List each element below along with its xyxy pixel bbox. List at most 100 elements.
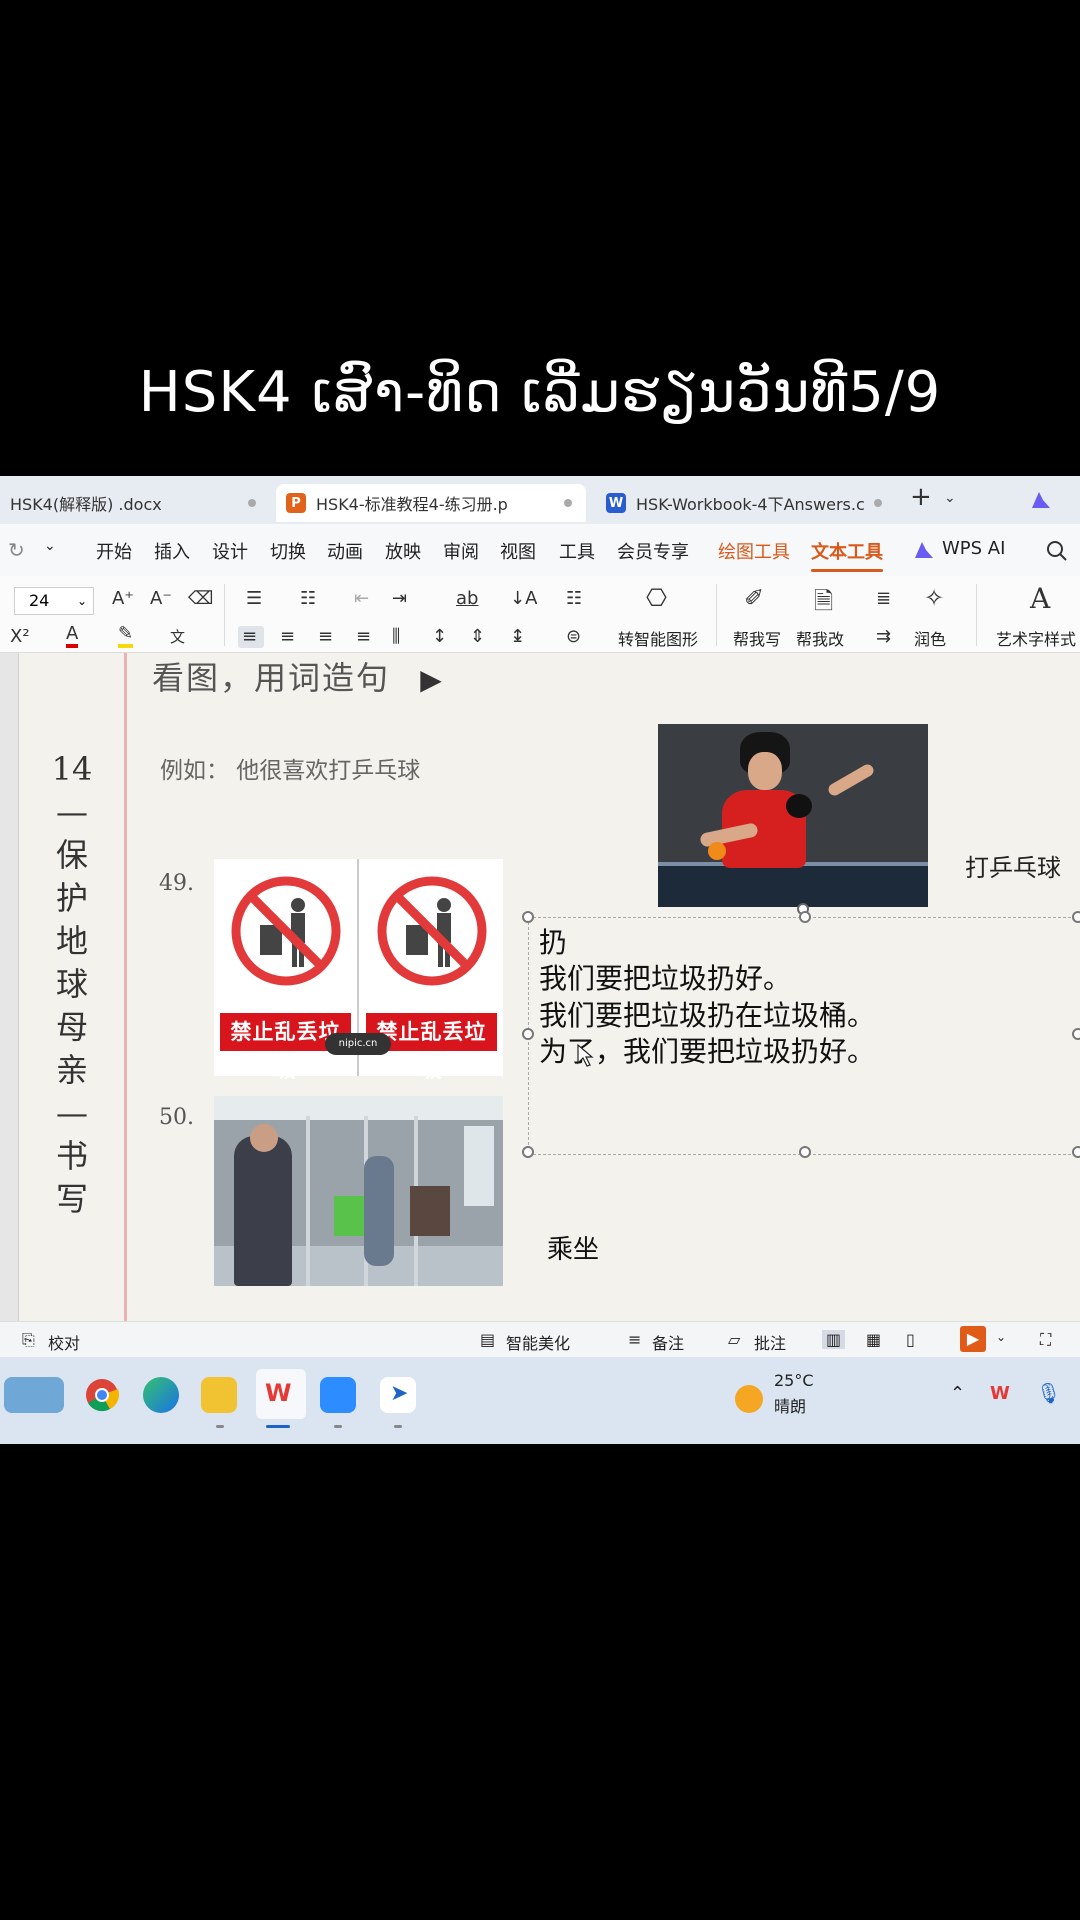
- arrow-lines-icon[interactable]: ⇉: [876, 626, 891, 647]
- magic-pen-icon[interactable]: ✐: [744, 584, 764, 612]
- pointer-app-icon[interactable]: ➤: [380, 1377, 416, 1413]
- slide-sorter-icon[interactable]: ▦: [866, 1330, 881, 1349]
- menu-home[interactable]: 开始: [96, 538, 132, 564]
- menu-drawing-tools[interactable]: 绘图工具: [718, 538, 790, 564]
- resize-handle-icon[interactable]: [1072, 1028, 1080, 1040]
- resize-handle-icon[interactable]: [1072, 1146, 1080, 1158]
- menu-slideshow[interactable]: 放映: [385, 538, 421, 564]
- microphone-icon[interactable]: 🎙: [1036, 1381, 1061, 1405]
- weather-desc[interactable]: 晴朗: [774, 1393, 806, 1417]
- menu-transition[interactable]: 切换: [270, 538, 306, 564]
- comment-button[interactable]: 批注: [754, 1330, 786, 1354]
- tab-ppt[interactable]: P HSK4-标准教程4-练习册.p: [276, 484, 586, 522]
- justify-icon[interactable]: ≡: [356, 626, 371, 647]
- sort-icon[interactable]: ↓A: [510, 588, 537, 609]
- columns-icon[interactable]: ☷: [566, 588, 582, 609]
- tab-status-dot: [874, 499, 882, 507]
- answer-line-3[interactable]: 我们要把垃圾扔在垃圾桶。: [539, 994, 875, 1034]
- wps-app-button[interactable]: W: [256, 1369, 306, 1419]
- menu-animation[interactable]: 动画: [327, 538, 363, 564]
- magic-wand-icon[interactable]: ✧: [924, 584, 944, 612]
- wps-tray-icon[interactable]: W: [990, 1383, 1010, 1404]
- art-style-button[interactable]: 艺术字样式: [996, 626, 1076, 650]
- align-center-icon[interactable]: ≡: [280, 626, 295, 647]
- fit-window-icon[interactable]: ⛶: [1040, 1330, 1051, 1350]
- help-edit-button[interactable]: 帮我改: [796, 626, 844, 650]
- highlight-icon[interactable]: ✎: [118, 624, 134, 648]
- proofread-button[interactable]: 校对: [48, 1330, 80, 1354]
- resize-handle-icon[interactable]: [522, 911, 534, 923]
- reading-view-icon[interactable]: ▯: [906, 1330, 915, 1349]
- proofread-icon[interactable]: ⎘: [22, 1330, 35, 1350]
- resize-handle-icon[interactable]: [1072, 911, 1080, 923]
- superscript-icon[interactable]: X²: [10, 626, 30, 647]
- notes-icon[interactable]: ≡: [628, 1330, 641, 1349]
- widgets-icon[interactable]: [4, 1377, 64, 1413]
- chevron-down-icon[interactable]: ⌄: [996, 1330, 1006, 1344]
- resize-handle-icon[interactable]: [799, 911, 811, 923]
- edit-doc-icon[interactable]: 🗎: [814, 584, 833, 625]
- edge-icon[interactable]: [143, 1377, 179, 1413]
- tab-docx[interactable]: HSK4(解释版) .docx: [0, 484, 270, 522]
- search-icon[interactable]: [1046, 540, 1068, 562]
- line-spacing-icon[interactable]: ↕: [432, 626, 447, 647]
- comment-icon[interactable]: ▱: [728, 1330, 740, 1349]
- redo-icon[interactable]: ↻: [8, 538, 25, 562]
- phonetic-icon[interactable]: 文: [170, 626, 185, 647]
- slide-canvas: 14 — 保 护 地 球 母 亲 — 书 写 看图，用词造句 ▶ 例如： 他很喜…: [0, 653, 1080, 1321]
- weather-temp[interactable]: 25°C: [774, 1371, 814, 1390]
- line-height-icon[interactable]: ↨: [510, 626, 525, 647]
- polish-button[interactable]: 润色: [914, 626, 946, 650]
- answer-line-2[interactable]: 我们要把垃圾扔好。: [539, 957, 791, 997]
- tab-word[interactable]: W HSK-Workbook-4下Answers.c: [596, 484, 896, 522]
- menu-view[interactable]: 视图: [500, 538, 536, 564]
- beautify-icon[interactable]: ▤: [480, 1330, 495, 1349]
- quick-menu-chevron-icon[interactable]: ⌄: [44, 538, 56, 554]
- help-write-button[interactable]: 帮我写: [733, 626, 781, 650]
- chrome-icon[interactable]: [84, 1377, 120, 1413]
- art-text-icon[interactable]: A: [1030, 582, 1050, 615]
- resize-handle-icon[interactable]: [522, 1146, 534, 1158]
- font-size-select[interactable]: 24 ⌄: [14, 587, 94, 615]
- menu-wps-ai[interactable]: WPS AI: [942, 538, 1005, 559]
- beautify-button[interactable]: 智能美化: [506, 1330, 570, 1354]
- smart-shape-button[interactable]: 转智能图形: [618, 626, 698, 650]
- text-box-icon[interactable]: ⊜: [566, 626, 581, 647]
- play-slideshow-icon[interactable]: ▶: [960, 1326, 986, 1352]
- smart-shape-icon[interactable]: ⎔: [646, 584, 667, 612]
- decrease-indent-icon[interactable]: ⇤: [354, 588, 369, 609]
- menu-text-tools[interactable]: 文本工具: [811, 538, 883, 572]
- resize-handle-icon[interactable]: [522, 1028, 534, 1040]
- wrap-icon[interactable]: ≣: [876, 588, 891, 609]
- font-color-icon[interactable]: A: [66, 624, 79, 648]
- decrease-font-icon[interactable]: A⁻: [150, 588, 172, 609]
- tab-list-chevron-icon[interactable]: ⌄: [944, 490, 956, 506]
- bullet-list-icon[interactable]: ☰: [246, 588, 262, 609]
- menu-member[interactable]: 会员专享: [617, 538, 689, 564]
- align-right-icon[interactable]: ≡: [318, 626, 333, 647]
- menu-design[interactable]: 设计: [212, 538, 248, 564]
- text-direction-icon[interactable]: ab: [456, 588, 478, 609]
- ping-pong-photo[interactable]: [658, 724, 928, 907]
- notes-button[interactable]: 备注: [652, 1330, 684, 1354]
- no-littering-signs-image[interactable]: 禁止乱丢垃圾 禁止乱丢垃圾 nipic.cn: [214, 859, 503, 1082]
- subway-label: 乘坐: [547, 1235, 600, 1265]
- answer-line-1[interactable]: 扔: [539, 921, 567, 961]
- menu-tools[interactable]: 工具: [559, 538, 595, 564]
- clear-format-icon[interactable]: ⌫: [188, 588, 213, 609]
- zoom-icon[interactable]: [320, 1377, 356, 1413]
- file-explorer-icon[interactable]: [201, 1377, 237, 1413]
- normal-view-icon[interactable]: ▥: [822, 1330, 846, 1349]
- subway-photo[interactable]: [214, 1096, 503, 1286]
- new-tab-plus-icon[interactable]: +: [910, 482, 932, 512]
- increase-indent-icon[interactable]: ⇥: [392, 588, 407, 609]
- show-hidden-icons-icon[interactable]: ⌃: [950, 1383, 965, 1404]
- menu-review[interactable]: 审阅: [443, 538, 479, 564]
- numbered-list-icon[interactable]: ☷: [300, 588, 316, 609]
- wps-ai-logo-icon[interactable]: [1030, 490, 1052, 510]
- menu-insert[interactable]: 插入: [154, 538, 190, 564]
- increase-font-icon[interactable]: A⁺: [112, 588, 134, 609]
- resize-handle-icon[interactable]: [799, 1146, 811, 1158]
- distribute-icon[interactable]: ⫼: [392, 626, 400, 647]
- paragraph-spacing-icon[interactable]: ⇕: [470, 626, 485, 647]
